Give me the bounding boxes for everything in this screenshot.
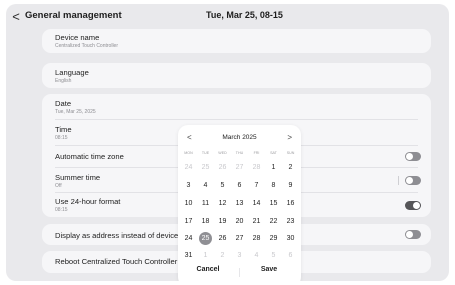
toggle-knob xyxy=(406,231,413,238)
time-value: 08:15 xyxy=(55,135,68,141)
calendar-day[interactable]: 7 xyxy=(248,179,265,192)
weekday-label: THU xyxy=(235,151,244,155)
summer-time-label: Summer time xyxy=(55,173,101,182)
calendar-day[interactable]: 14 xyxy=(248,197,265,210)
calendar-day[interactable]: 6 xyxy=(231,179,248,192)
summer-time-value: Off xyxy=(55,183,62,189)
calendar-day[interactable]: 31 xyxy=(180,249,197,262)
summer-time-toggle[interactable] xyxy=(405,176,421,185)
page-title: General management xyxy=(25,10,122,21)
back-button[interactable]: < xyxy=(10,9,22,25)
calendar-day: 1 xyxy=(203,252,208,259)
weekday-label: TUE xyxy=(201,151,210,155)
auto-timezone-label: Automatic time zone xyxy=(55,152,124,161)
calendar-day[interactable]: 11 xyxy=(197,197,214,210)
time-label: Time xyxy=(55,125,72,134)
use-24h-value: 08:15 xyxy=(55,207,68,213)
calendar-day[interactable]: 28 xyxy=(248,232,265,245)
date-value: Tue, Mar 25, 2025 xyxy=(55,109,96,115)
header: < General management Tue, Mar 25, 08-15 xyxy=(6,4,449,30)
calendar-day[interactable]: 16 xyxy=(282,197,299,210)
language-label: Language xyxy=(55,68,89,77)
calendar-day[interactable]: 3 xyxy=(180,179,197,192)
settings-screen: < General management Tue, Mar 25, 08-15 … xyxy=(6,4,449,281)
calendar-day[interactable]: 8 xyxy=(265,179,282,192)
calendar-day[interactable]: 13 xyxy=(231,197,248,210)
toggle-knob xyxy=(406,153,413,160)
device-name-value: Centralized Touch Controller xyxy=(55,43,118,49)
calendar-day[interactable]: 5 xyxy=(214,179,231,192)
calendar-day[interactable]: 18 xyxy=(197,215,214,228)
toggle-knob xyxy=(413,202,420,209)
calendar-day[interactable]: 20 xyxy=(231,215,248,228)
calendar-day-selected[interactable]: 25 xyxy=(197,232,214,245)
use-24h-toggle[interactable] xyxy=(405,201,421,210)
chevron-left-icon: < xyxy=(12,9,20,24)
calendar-day[interactable]: 30 xyxy=(282,232,299,245)
calendar-day[interactable]: 24 xyxy=(180,232,197,245)
language-item[interactable]: Language English xyxy=(42,63,431,88)
calendar-day[interactable]: 19 xyxy=(214,215,231,228)
calendar-day: 4 xyxy=(254,252,259,259)
divider-bar xyxy=(398,176,399,185)
calendar-day[interactable]: 26 xyxy=(214,232,231,245)
display-address-toggle[interactable] xyxy=(405,230,421,239)
calendar-day: 27 xyxy=(235,164,244,171)
device-name-item[interactable]: Device name Centralized Touch Controller xyxy=(42,29,431,53)
calendar-day: 3 xyxy=(237,252,242,259)
calendar-day: 2 xyxy=(220,252,225,259)
date-picker-dialog: < March 2025 > MON TUE WED THU FRI SAT S… xyxy=(178,125,301,281)
weekday-label: FRI xyxy=(253,151,260,155)
chevron-right-icon: > xyxy=(287,133,292,142)
auto-timezone-toggle[interactable] xyxy=(405,152,421,161)
language-value: English xyxy=(55,78,72,84)
use-24h-label: Use 24-hour format xyxy=(55,197,121,206)
calendar-day[interactable]: 15 xyxy=(265,197,282,210)
cancel-button[interactable]: Cancel xyxy=(188,266,228,273)
date-label: Date xyxy=(55,99,72,108)
calendar-day[interactable]: 2 xyxy=(282,161,299,174)
calendar-day[interactable]: 23 xyxy=(282,215,299,228)
weekday-label: MON xyxy=(184,151,193,155)
calendar-day: 28 xyxy=(252,164,261,171)
save-button[interactable]: Save xyxy=(249,266,289,273)
calendar-day[interactable]: 22 xyxy=(265,215,282,228)
calendar-day[interactable]: 12 xyxy=(214,197,231,210)
weekday-label: SAT xyxy=(270,151,277,155)
calendar-day[interactable]: 1 xyxy=(265,161,282,174)
calendar-day[interactable]: 10 xyxy=(180,197,197,210)
calendar-day: 24 xyxy=(184,164,193,171)
date-item[interactable]: Date Tue, Mar 25, 2025 xyxy=(42,94,431,119)
month-label: March 2025 xyxy=(222,134,257,141)
calendar-day[interactable]: 4 xyxy=(197,179,214,192)
calendar-day[interactable]: 17 xyxy=(180,215,197,228)
button-divider xyxy=(239,268,240,277)
calendar-day[interactable]: 27 xyxy=(231,232,248,245)
weekday-label: WED xyxy=(218,151,227,155)
calendar-day[interactable]: 9 xyxy=(282,179,299,192)
calendar-day: 5 xyxy=(271,252,276,259)
next-month-button[interactable]: > xyxy=(287,133,292,142)
divider xyxy=(42,119,431,120)
calendar-day[interactable]: 29 xyxy=(265,232,282,245)
reboot-label: Reboot Centralized Touch Controller xyxy=(55,257,178,266)
header-datetime: Tue, Mar 25, 08-15 xyxy=(206,10,283,20)
calendar-day: 26 xyxy=(218,164,227,171)
toggle-knob xyxy=(406,177,413,184)
device-name-label: Device name xyxy=(55,33,100,42)
weekday-label: SUN xyxy=(286,151,295,155)
calendar-day: 6 xyxy=(288,252,293,259)
calendar-day[interactable]: 21 xyxy=(248,215,265,228)
divider-line xyxy=(55,119,418,120)
calendar-day: 25 xyxy=(201,164,210,171)
